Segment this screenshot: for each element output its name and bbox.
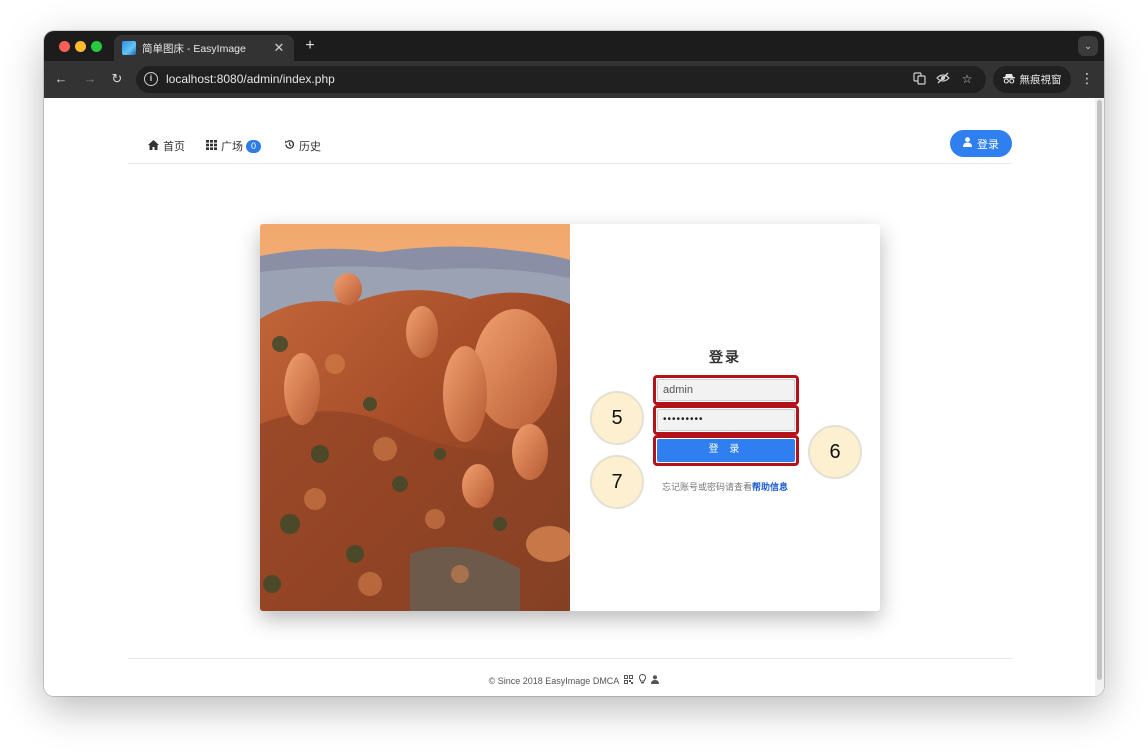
password-field-highlight: ••••••••• — [653, 405, 799, 435]
nav-home[interactable]: 首页 — [148, 138, 185, 154]
browser-toolbar: ← → ↻ i localhost:8080/admin/index.php ☆… — [44, 61, 1104, 98]
submit-login-button[interactable]: 登 录 — [657, 439, 795, 462]
back-arrow-icon[interactable]: ← — [53, 71, 69, 87]
home-icon — [148, 139, 159, 153]
star-icon[interactable]: ☆ — [959, 72, 975, 86]
incognito-indicator[interactable]: 無痕視窗 — [993, 66, 1071, 93]
step-callout-username: 5 — [590, 391, 644, 445]
translate-icon[interactable] — [911, 72, 927, 88]
browser-window: 简单图床 - EasyImage ✕ + ⌄ ← → ↻ i localhost… — [44, 31, 1104, 696]
password-input[interactable]: ••••••••• — [657, 409, 795, 431]
nav-history[interactable]: 历史 — [284, 138, 321, 154]
page-scrollbar[interactable] — [1095, 98, 1104, 696]
login-card: 登录 admin ••••••••• 登 录 忘记账号或密码请查看帮助信息 — [260, 224, 880, 611]
step-callout-password: 6 — [808, 425, 862, 479]
tab-close-icon[interactable]: ✕ — [272, 40, 286, 56]
username-input[interactable]: admin — [657, 379, 795, 401]
site-footer: © Since 2018 EasyImage DMCA — [44, 673, 1104, 686]
qrcode-icon[interactable] — [624, 675, 636, 686]
page-content: 首页 广场 0 历史 登录 登录 admin ••••••••• 登 录 忘记账… — [44, 98, 1104, 696]
nav-square-label: 广场 — [221, 141, 243, 153]
help-info-link[interactable]: 帮助信息 — [752, 482, 788, 492]
tab-strip: 简单图床 - EasyImage ✕ + ⌄ — [44, 31, 1104, 61]
user-icon[interactable] — [651, 675, 660, 686]
lightbulb-icon[interactable] — [638, 673, 649, 686]
login-button-label: 登录 — [977, 138, 999, 151]
tab-title: 简单图床 - EasyImage — [142, 42, 246, 55]
forward-arrow-icon[interactable]: → — [82, 71, 98, 87]
submit-button-highlight: 登 录 — [653, 435, 799, 466]
user-icon — [963, 137, 972, 150]
maximize-window-button[interactable] — [91, 41, 102, 52]
nav-square[interactable]: 广场 0 — [206, 138, 262, 154]
eye-off-icon[interactable] — [935, 72, 951, 87]
footer-text: © Since 2018 EasyImage DMCA — [488, 676, 619, 686]
url-text[interactable]: localhost:8080/admin/index.php — [166, 72, 335, 86]
footer-divider — [128, 658, 1012, 659]
history-icon — [284, 139, 295, 153]
site-navbar: 首页 广场 0 历史 登录 — [128, 130, 1012, 164]
login-button[interactable]: 登录 — [950, 130, 1012, 157]
scrollbar-thumb[interactable] — [1097, 100, 1102, 680]
username-field-highlight: admin — [653, 375, 799, 405]
forgot-text: 忘记账号或密码请查看 — [661, 482, 752, 492]
tab-search-chevron-icon[interactable]: ⌄ — [1078, 36, 1098, 56]
kebab-menu-icon[interactable]: ⋮ — [1080, 70, 1094, 87]
landscape-photo — [260, 224, 570, 611]
grid-icon — [206, 139, 217, 153]
favicon-icon — [122, 41, 136, 55]
new-tab-button[interactable]: + — [302, 37, 318, 55]
site-info-icon[interactable]: i — [144, 72, 158, 86]
minimize-window-button[interactable] — [75, 41, 86, 52]
square-count-badge: 0 — [246, 139, 262, 153]
close-window-button[interactable] — [59, 41, 70, 52]
nav-home-label: 首页 — [163, 141, 185, 153]
login-title: 登录 — [709, 349, 741, 365]
reload-icon[interactable]: ↻ — [109, 71, 125, 87]
step-callout-submit: 7 — [590, 455, 644, 509]
incognito-label: 無痕視窗 — [1019, 74, 1062, 86]
incognito-icon — [1002, 73, 1015, 87]
address-bar[interactable]: i localhost:8080/admin/index.php ☆ — [136, 66, 986, 93]
browser-tab[interactable]: 简单图床 - EasyImage ✕ — [114, 35, 294, 61]
nav-history-label: 历史 — [299, 141, 321, 153]
